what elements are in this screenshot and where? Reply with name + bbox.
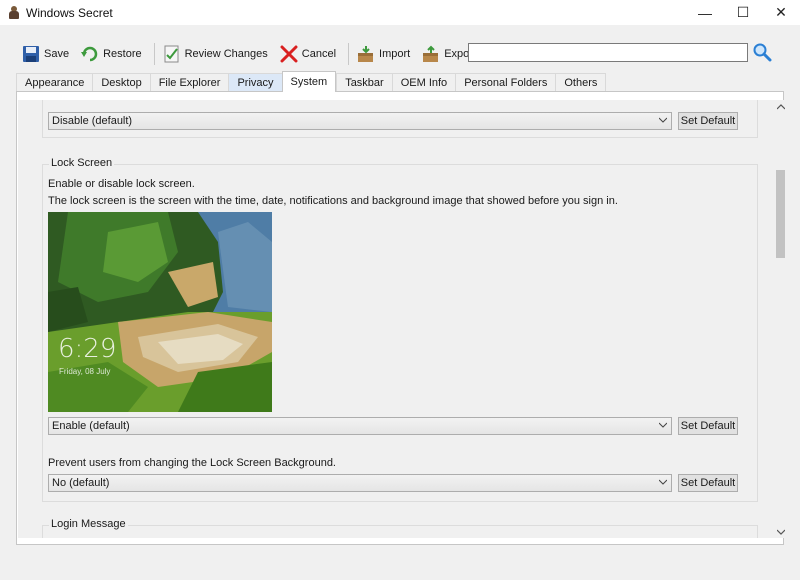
import-button[interactable]: Import — [353, 40, 414, 68]
cancel-label: Cancel — [301, 48, 337, 60]
tab-others[interactable]: Others — [555, 73, 607, 92]
lock-screen-background-select[interactable]: No (default) — [48, 474, 672, 492]
tab-system[interactable]: System — [281, 71, 337, 92]
toolbar-separator — [348, 43, 350, 65]
review-changes-icon — [164, 45, 179, 63]
restore-icon — [81, 46, 98, 62]
scroll-down-button[interactable] — [774, 525, 787, 538]
lock-screen-description-detail: The lock screen is the screen with the t… — [48, 195, 618, 207]
toolbar: Save Restore Review Changes Cancel Impor… — [0, 38, 800, 70]
tab-strip: Appearance Desktop File Explorer Privacy… — [16, 71, 607, 92]
window-title: Windows Secret — [26, 5, 113, 20]
chevron-up-icon — [776, 103, 785, 109]
chevron-down-icon — [659, 479, 667, 485]
system-tab-panel: Disable (default) Set Default Lock Scree… — [16, 91, 787, 545]
cancel-icon — [280, 45, 298, 63]
app-icon — [8, 5, 20, 20]
previous-setting-select-value: Disable (default) — [52, 115, 133, 127]
tab-appearance[interactable]: Appearance — [16, 73, 93, 92]
restore-label: Restore — [103, 48, 142, 60]
scroll-up-button[interactable] — [774, 100, 787, 113]
lock-screen-background-select-value: No (default) — [52, 477, 110, 489]
export-icon — [423, 45, 439, 62]
vertical-scrollbar[interactable] — [774, 100, 787, 538]
lock-screen-preview-image: 6:29 Friday, 08 July — [48, 212, 272, 412]
save-button[interactable]: Save — [18, 40, 73, 68]
lock-screen-set-default-button[interactable]: Set Default — [678, 417, 738, 435]
tab-privacy[interactable]: Privacy — [228, 73, 282, 92]
previous-setting-select[interactable]: Disable (default) — [48, 112, 672, 130]
title-bar: Windows Secret — ☐ ✕ — [0, 0, 800, 25]
tab-file-explorer[interactable]: File Explorer — [149, 73, 229, 92]
search-icon[interactable] — [752, 42, 772, 62]
minimize-button[interactable]: — — [686, 0, 724, 25]
search-input[interactable] — [468, 43, 748, 62]
toolbar-separator — [153, 43, 155, 65]
lock-screen-select[interactable]: Enable (default) — [48, 417, 672, 435]
restore-button[interactable]: Restore — [77, 40, 146, 68]
chevron-down-icon — [659, 117, 667, 123]
lock-preview-time: 6:29 — [58, 334, 117, 364]
tab-oem-info[interactable]: OEM Info — [391, 73, 456, 92]
lock-preview-date: Friday, 08 July — [59, 367, 111, 376]
settings-scroll-area: Disable (default) Set Default Lock Scree… — [18, 100, 774, 538]
cancel-button[interactable]: Cancel — [276, 40, 340, 68]
landscape-image — [48, 212, 272, 412]
previous-setting-set-default-button[interactable]: Set Default — [678, 112, 738, 130]
save-label: Save — [44, 48, 70, 60]
minimize-icon: — — [698, 4, 712, 21]
review-changes-button[interactable]: Review Changes — [159, 40, 272, 68]
login-message-group: Login Message — [42, 518, 758, 538]
import-label: Import — [379, 48, 411, 60]
scrollbar-thumb[interactable] — [776, 170, 785, 258]
maximize-button[interactable]: ☐ — [724, 0, 762, 25]
lock-screen-background-label: Prevent users from changing the Lock Scr… — [48, 457, 336, 469]
lock-screen-background-set-default-button[interactable]: Set Default — [678, 474, 738, 492]
save-icon — [23, 46, 39, 62]
import-icon — [358, 46, 374, 62]
lock-screen-select-value: Enable (default) — [52, 420, 130, 432]
close-icon: ✕ — [775, 4, 787, 20]
tab-desktop[interactable]: Desktop — [92, 73, 150, 92]
login-message-title: Login Message — [49, 518, 128, 530]
chevron-down-icon — [659, 422, 667, 428]
close-button[interactable]: ✕ — [762, 0, 800, 25]
lock-screen-title: Lock Screen — [49, 157, 115, 169]
lock-screen-description: Enable or disable lock screen. — [48, 178, 195, 190]
review-changes-label: Review Changes — [184, 48, 268, 60]
maximize-icon: ☐ — [736, 4, 750, 20]
tab-taskbar[interactable]: Taskbar — [336, 73, 392, 92]
chevron-down-icon — [776, 529, 785, 535]
tab-personal-folders[interactable]: Personal Folders — [455, 73, 556, 92]
